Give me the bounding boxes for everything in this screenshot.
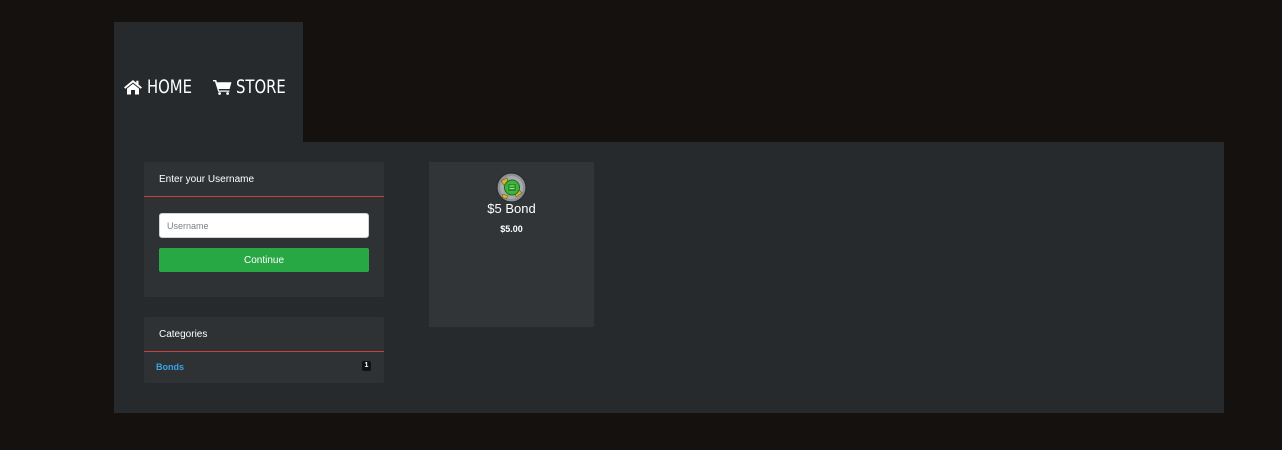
category-count-badge: 1: [362, 361, 371, 371]
username-panel: Enter your Username Continue: [144, 162, 384, 297]
home-icon: [123, 79, 143, 95]
continue-button[interactable]: Continue: [159, 248, 369, 272]
product-card[interactable]: $5 Bond $5.00: [429, 162, 594, 327]
nav-store-label: STORE: [236, 76, 286, 98]
bond-icon: [496, 172, 527, 203]
product-name: $5 Bond: [487, 201, 536, 216]
nav-store-link[interactable]: STORE: [213, 74, 300, 100]
username-input[interactable]: [159, 213, 369, 238]
nav-home-label: HOME: [147, 76, 192, 98]
category-item-bonds[interactable]: Bonds: [156, 362, 184, 372]
shopping-cart-icon: [213, 79, 232, 95]
categories-panel-title: Categories: [144, 317, 384, 352]
categories-panel: Categories Bonds 1: [144, 317, 384, 383]
product-price: $5.00: [500, 224, 523, 234]
username-panel-title: Enter your Username: [144, 162, 384, 197]
nav-home-link[interactable]: HOME: [123, 74, 205, 100]
